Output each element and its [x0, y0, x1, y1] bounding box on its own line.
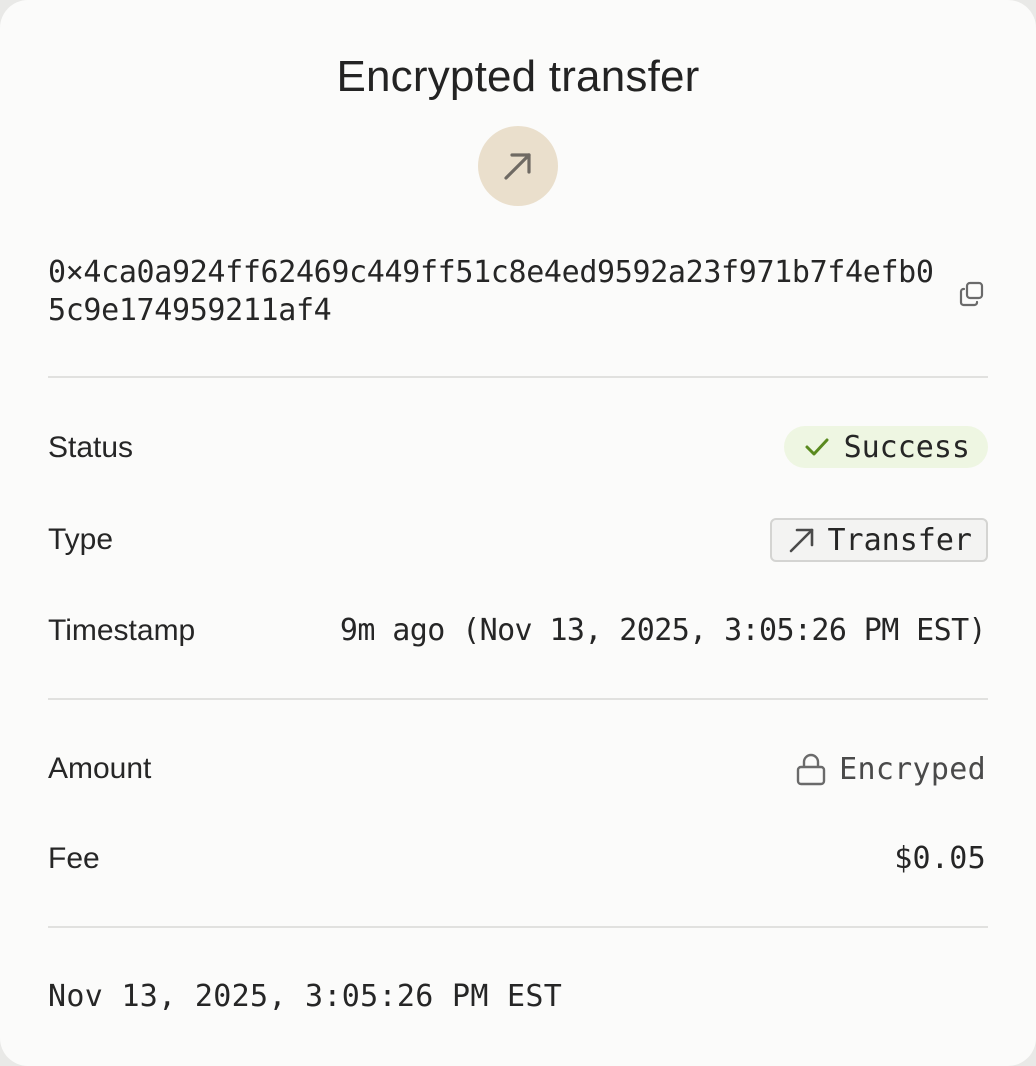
amount-value: Encryped: [795, 749, 986, 789]
status-value: Success: [843, 429, 970, 465]
footer-date: Nov 13, 2025, 3:05:26 PM EST: [48, 979, 563, 1014]
lock-icon: [796, 753, 826, 786]
type-badge: Transfer: [769, 518, 988, 562]
amount-encrypted-text: Encryped: [839, 751, 986, 787]
divider: [48, 376, 988, 378]
type-label: Type: [48, 523, 114, 556]
copy-icon: [959, 281, 984, 307]
divider: [48, 698, 988, 700]
amount-label: Amount: [48, 752, 152, 785]
timestamp-value: 9m ago (Nov 13, 2025, 3:05:26 PM EST): [339, 613, 987, 648]
transaction-hash: 0×4ca0a924ff62469c449ff51c8e4ed9592a23f9…: [48, 255, 934, 328]
fee-value: $0.05: [894, 841, 986, 876]
arrow-up-right-icon: [504, 153, 531, 180]
arrow-up-right-icon: [789, 528, 813, 553]
checkmark-icon: [805, 438, 829, 456]
timestamp-label: Timestamp: [48, 614, 196, 647]
transaction-detail-card: Encrypted transfer 0×4ca0a924ff62469c449…: [0, 0, 1036, 1066]
type-value: Transfer: [827, 522, 973, 558]
fee-label: Fee: [48, 842, 100, 875]
divider: [48, 926, 988, 928]
copy-hash-button[interactable]: [952, 274, 992, 314]
transfer-type-badge: [478, 126, 558, 206]
page-title: Encrypted transfer: [336, 52, 700, 101]
status-badge: Success: [783, 426, 988, 468]
status-label: Status: [48, 431, 134, 464]
